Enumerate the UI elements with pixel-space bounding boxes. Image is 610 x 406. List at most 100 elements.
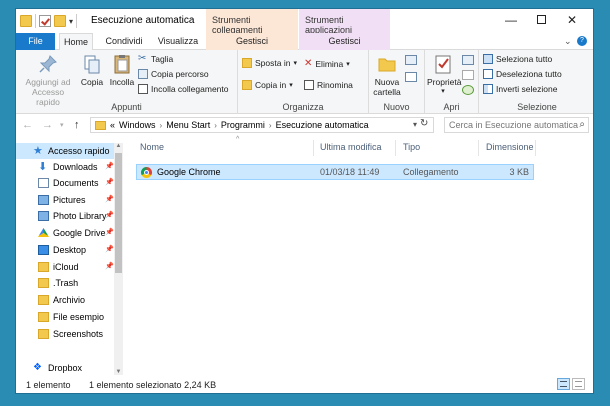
maximize-button[interactable]: [531, 13, 551, 27]
nav-item-downloads[interactable]: ⬇ Downloads 📌: [16, 159, 116, 175]
close-button[interactable]: ✕: [562, 13, 582, 27]
forward-arrow-icon[interactable]: →: [42, 119, 53, 131]
nav-scrollbar[interactable]: ▲ ▼: [114, 143, 123, 375]
folder-icon: [38, 329, 49, 339]
copy-path-button[interactable]: Copia percorso: [138, 69, 209, 79]
chevron-right-icon[interactable]: ›: [160, 121, 163, 130]
minimize-button[interactable]: —: [501, 13, 521, 27]
search-input[interactable]: Cerca in Esecuzione automatica ⌕: [444, 117, 589, 133]
history-icon[interactable]: [462, 85, 474, 95]
large-icons-view-button[interactable]: [572, 378, 585, 390]
breadcrumb-esecuzione-automatica[interactable]: Esecuzione automatica: [276, 120, 369, 130]
dropdown-arrow-icon: ▾: [289, 82, 293, 89]
new-folder-icon[interactable]: [54, 15, 66, 27]
chevron-right-icon[interactable]: ›: [269, 121, 272, 130]
tab-visualizza[interactable]: Visualizza: [155, 33, 201, 50]
tab-condividi[interactable]: Condividi: [102, 33, 146, 50]
tab-gestisci-applicazioni[interactable]: Gestisci: [299, 33, 390, 50]
breadcrumb-menu-start[interactable]: Menu Start: [166, 120, 210, 130]
column-header-size[interactable]: Dimensione: [486, 142, 534, 152]
search-icon: ⌕: [579, 119, 585, 130]
nav-item-desktop[interactable]: Desktop 📌: [16, 242, 116, 258]
pin-icon: [39, 55, 57, 73]
delete-button[interactable]: ✕ Elimina ▾: [304, 58, 350, 69]
nav-item-dropbox[interactable]: ❖ Dropbox: [16, 360, 116, 376]
dropdown-arrow-icon: ▾: [293, 60, 297, 67]
group-label-selezione: Selezione: [517, 102, 557, 112]
select-none-icon: [483, 69, 493, 79]
move-to-icon: [242, 58, 252, 68]
nav-scroll-thumb[interactable]: [115, 153, 122, 273]
column-divider[interactable]: [395, 140, 396, 156]
dropdown-arrow-icon: ▾: [346, 60, 350, 68]
quick-access-toolbar: ▾: [20, 14, 78, 28]
divider: [76, 14, 78, 28]
refresh-icon[interactable]: ↻: [420, 118, 428, 129]
ribbon: Aggiungi ad Accesso rapido Copia Incolla…: [16, 50, 593, 114]
paste-shortcut-button[interactable]: Incolla collegamento: [138, 84, 229, 94]
customize-toolbar-icon[interactable]: ▾: [69, 17, 73, 26]
nav-item-screenshots[interactable]: Screenshots: [16, 326, 116, 342]
properties-icon[interactable]: [39, 15, 51, 27]
nav-item-accesso-rapido[interactable]: ★ Accesso rapido: [16, 143, 116, 159]
help-icon[interactable]: ?: [577, 36, 587, 46]
column-header-type[interactable]: Tipo: [403, 142, 420, 152]
new-item-icon[interactable]: [405, 55, 417, 65]
breadcrumb-programmi[interactable]: Programmi: [221, 120, 265, 130]
address-dropdown-icon[interactable]: ▾: [413, 120, 417, 129]
folder-icon: [38, 262, 49, 272]
scroll-up-icon[interactable]: ▲: [114, 143, 123, 149]
pin-quick-access-button[interactable]: Aggiungi ad Accesso rapido: [20, 53, 76, 107]
column-header-modified[interactable]: Ultima modifica: [320, 142, 382, 152]
pin-icon: 📌: [105, 263, 114, 270]
breadcrumb-overflow[interactable]: «: [110, 120, 115, 130]
file-size: 3 KB: [509, 167, 529, 177]
nav-item-pictures[interactable]: Pictures 📌: [16, 192, 116, 208]
tab-home[interactable]: Home: [59, 33, 93, 51]
paste-button[interactable]: Incolla: [108, 53, 136, 87]
copy-to-button[interactable]: Copia in ▾: [242, 80, 293, 90]
nav-item-archivio[interactable]: Archivio: [16, 292, 116, 308]
breadcrumb-windows[interactable]: Windows: [119, 120, 156, 130]
status-item-selected: 1 elemento selezionato 2,24 KB: [89, 380, 217, 390]
nav-item-photo-library[interactable]: Photo Library 📌: [16, 208, 116, 224]
column-divider[interactable]: [535, 140, 536, 156]
tab-file[interactable]: File: [16, 33, 55, 50]
nav-item-documents[interactable]: Documents 📌: [16, 175, 116, 191]
back-arrow-icon[interactable]: ←: [22, 119, 33, 131]
file-type: Collegamento: [403, 167, 459, 177]
nav-item-icloud[interactable]: iCloud 📌: [16, 259, 116, 275]
edit-icon[interactable]: [462, 70, 474, 80]
column-divider[interactable]: [478, 140, 479, 156]
invert-selection-button[interactable]: Inverti selezione: [483, 84, 557, 94]
scissors-icon: ✂: [138, 53, 147, 64]
move-to-button[interactable]: Sposta in ▾: [242, 58, 297, 68]
select-none-button[interactable]: Deseleziona tutto: [483, 69, 562, 79]
rename-icon: [304, 80, 314, 90]
details-view-button[interactable]: [557, 378, 570, 390]
properties-button[interactable]: Proprietà ▾: [427, 53, 462, 97]
address-bar-row: ← → ▾ ↑ « Windows › Menu Start › Program…: [16, 114, 593, 136]
new-folder-button[interactable]: Nuova cartella: [372, 53, 402, 97]
copy-button[interactable]: Copia: [78, 53, 106, 87]
tab-gestisci-collegamenti[interactable]: Gestisci: [206, 33, 298, 50]
nav-item-file-esempio[interactable]: File esempio: [16, 309, 116, 325]
column-divider[interactable]: [313, 140, 314, 156]
group-label-nuovo: Nuovo: [383, 102, 410, 112]
properties-icon: [435, 55, 451, 74]
recent-locations-icon[interactable]: ▾: [60, 121, 64, 129]
up-arrow-icon[interactable]: ↑: [74, 119, 80, 131]
address-input[interactable]: « Windows › Menu Start › Programmi › Ese…: [90, 117, 434, 133]
nav-item-google-drive[interactable]: Google Drive 📌: [16, 225, 116, 241]
rename-button[interactable]: Rinomina: [304, 80, 353, 90]
open-icon[interactable]: [462, 55, 474, 65]
expand-ribbon-icon[interactable]: ⌄: [564, 36, 572, 47]
cut-button[interactable]: ✂ Taglia: [138, 53, 173, 65]
easy-access-icon[interactable]: [405, 72, 417, 82]
chevron-right-icon[interactable]: ›: [214, 121, 217, 130]
table-row[interactable]: Google Chrome 01/03/18 11:49 Collegament…: [136, 164, 534, 180]
column-header-name[interactable]: Nome: [140, 142, 164, 152]
select-all-button[interactable]: Seleziona tutto: [483, 54, 552, 64]
document-icon: [38, 178, 49, 188]
nav-item-trash[interactable]: .Trash: [16, 275, 116, 291]
